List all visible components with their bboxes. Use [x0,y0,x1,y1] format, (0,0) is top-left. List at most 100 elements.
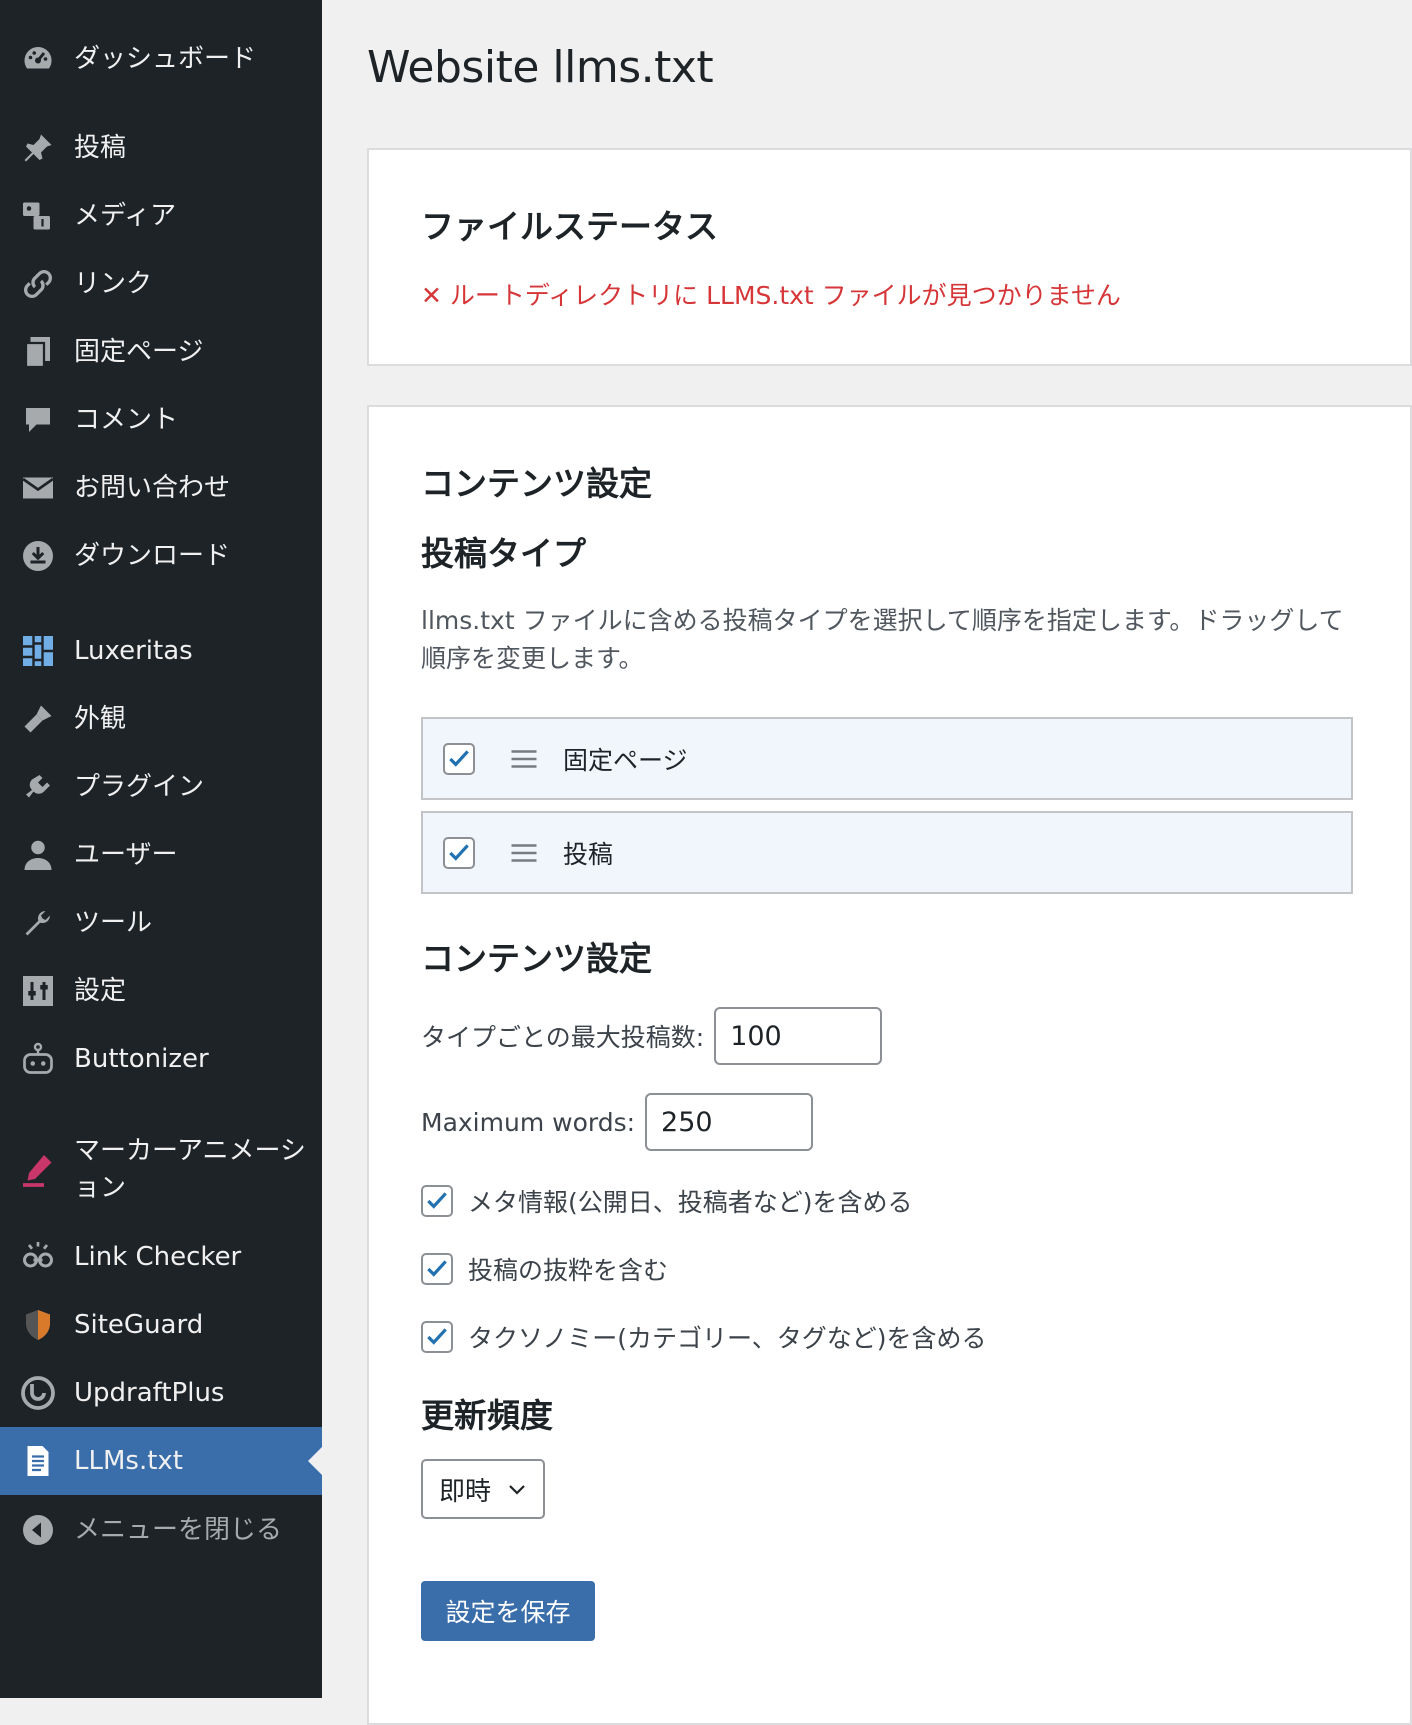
brush-icon [18,699,58,739]
link-icon [18,264,58,304]
include-excerpt-checkbox[interactable] [421,1253,453,1285]
updraft-icon [18,1373,58,1413]
dashboard-icon [18,39,58,79]
sidebar-item-label: お問い合わせ [74,473,231,503]
sidebar-item-tools[interactable]: ツール [0,889,322,957]
max-words-input[interactable] [645,1093,814,1151]
sidebar-item-users[interactable]: ユーザー [0,821,322,889]
checkmark-icon [449,749,469,767]
mail-icon [18,468,58,508]
sidebar-item-label: プラグイン [74,772,205,802]
sidebar-item-label: ダッシュボード [74,44,257,74]
plugin-icon [18,767,58,807]
sidebar-item-links[interactable]: リンク [0,250,322,318]
file-status-heading: ファイルステータス [421,207,718,246]
collapse-icon [18,1510,58,1550]
download-icon [18,536,58,576]
include-excerpt-label: 投稿の抜粋を含む [468,1256,669,1285]
post-types-description: llms.txt ファイルに含める投稿タイプを選択して順序を指定します。ドラッグ… [421,606,1344,673]
save-settings-button[interactable]: 設定を保存 [421,1581,595,1641]
post-type-row[interactable]: 投稿 [421,811,1353,894]
sidebar-item-settings[interactable]: 設定 [0,957,322,1025]
sidebar-item-label: コメント [74,405,179,435]
robot-icon [18,1039,58,1079]
sidebar-item-luxeritas[interactable]: Luxeritas [0,617,322,685]
sidebar-item-label: マーカーアニメーション [74,1136,306,1203]
sidebar-item-label: メディア [74,201,177,231]
grid-icon [18,631,58,671]
sidebar-item-comments[interactable]: コメント [0,386,322,454]
pages-icon [18,332,58,372]
sidebar-item-download[interactable]: ダウンロード [0,522,322,590]
max-words-label: Maximum words: [421,1107,636,1137]
post-type-label: 固定ページ [563,745,688,775]
include-meta-checkbox[interactable] [421,1185,453,1217]
sidebar-item-buttonizer[interactable]: Buttonizer [0,1025,322,1093]
sidebar-item-dashboard[interactable]: ダッシュボード [0,25,322,93]
sidebar-item-pages[interactable]: 固定ページ [0,318,322,386]
max-words-row: Maximum words: [421,1093,814,1151]
user-icon [18,835,58,875]
settings-icon [18,971,58,1011]
content-settings-card: コンテンツ設定 投稿タイプ llms.txt ファイルに含める投稿タイプを選択し… [367,405,1412,1725]
checkmark-icon [427,1328,447,1345]
drag-handle-icon[interactable] [509,744,539,774]
sidebar-item-label: 投稿 [74,133,127,163]
sidebar-item-label: 固定ページ [74,337,204,367]
sidebar-item-label: 外観 [74,704,127,734]
sidebar-item-label: Buttonizer [74,1044,209,1074]
post-type-checkbox[interactable] [443,836,475,869]
page-title: Website llms.txt [367,42,714,93]
sidebar-item-link-checker[interactable]: Link Checker [0,1223,322,1291]
sidebar-item-llms-txt[interactable]: LLMs.txt [0,1427,322,1495]
sidebar-item-label: ツール [74,908,153,938]
sidebar-collapse-menu[interactable]: メニューを閉じる [0,1496,322,1564]
include-taxonomy-checkbox[interactable] [421,1321,453,1353]
checkmark-icon [427,1192,447,1209]
sidebar-item-label: メニューを閉じる [74,1515,283,1545]
max-posts-label: タイプごとの最大投稿数: [421,1023,705,1052]
sidebar-item-label: ダウンロード [74,541,231,571]
marker-icon [18,1150,58,1190]
sidebar-item-appearance[interactable]: 外観 [0,685,322,753]
sidebar-item-marker-animation[interactable]: マーカーアニメーション [0,1124,322,1216]
option-include-taxonomy[interactable]: タクソノミー(カテゴリー、タグなど)を含める [421,1319,987,1355]
option-include-meta[interactable]: メタ情報(公開日、投稿者など)を含める [421,1183,913,1219]
chevron-down-icon [509,1485,525,1495]
sidebar-item-label: リンク [74,269,153,299]
sidebar-item-label: Link Checker [74,1242,242,1272]
sidebar-item-siteguard[interactable]: SiteGuard [0,1291,322,1359]
post-type-row[interactable]: 固定ページ [421,717,1353,800]
option-include-excerpt[interactable]: 投稿の抜粋を含む [421,1251,668,1287]
sidebar-item-updraftplus[interactable]: UpdraftPlus [0,1359,322,1427]
update-frequency-select[interactable]: 即時 [421,1459,545,1519]
pin-icon [18,128,58,168]
shield-icon [18,1305,58,1345]
checkmark-icon [449,843,469,861]
comment-icon [18,400,58,440]
sidebar-item-label: Luxeritas [74,636,193,666]
update-frequency-heading: 更新頻度 [421,1396,553,1435]
sidebar-item-label: ユーザー [74,840,178,870]
wrench-icon [18,903,58,943]
sidebar-item-plugins[interactable]: プラグイン [0,753,322,821]
post-type-checkbox[interactable] [443,742,475,775]
status-error-message: ✕ ルートディレクトリに LLMS.txt ファイルが見つかりません [421,281,1121,310]
drag-handle-icon[interactable] [509,838,539,868]
content-settings-heading: コンテンツ設定 [421,464,652,503]
document-icon [18,1441,58,1481]
main-content: Website llms.txt ファイルステータス ✕ ルートディレクトリに … [322,0,1412,1725]
sidebar-item-label: 設定 [74,976,127,1006]
content-settings-subheading: コンテンツ設定 [421,939,652,978]
post-type-label: 投稿 [563,839,614,869]
sidebar-item-label: LLMs.txt [74,1446,183,1476]
max-posts-input[interactable] [714,1007,883,1065]
sidebar-item-label: UpdraftPlus [74,1378,225,1408]
post-types-heading: 投稿タイプ [421,534,586,573]
max-posts-row: タイプごとの最大投稿数: [421,1007,883,1065]
sidebar-item-contact[interactable]: お問い合わせ [0,454,322,522]
include-meta-label: メタ情報(公開日、投稿者など)を含める [468,1188,913,1217]
media-icon [18,196,58,236]
sidebar-item-media[interactable]: メディア [0,182,322,250]
sidebar-item-posts[interactable]: 投稿 [0,114,322,182]
